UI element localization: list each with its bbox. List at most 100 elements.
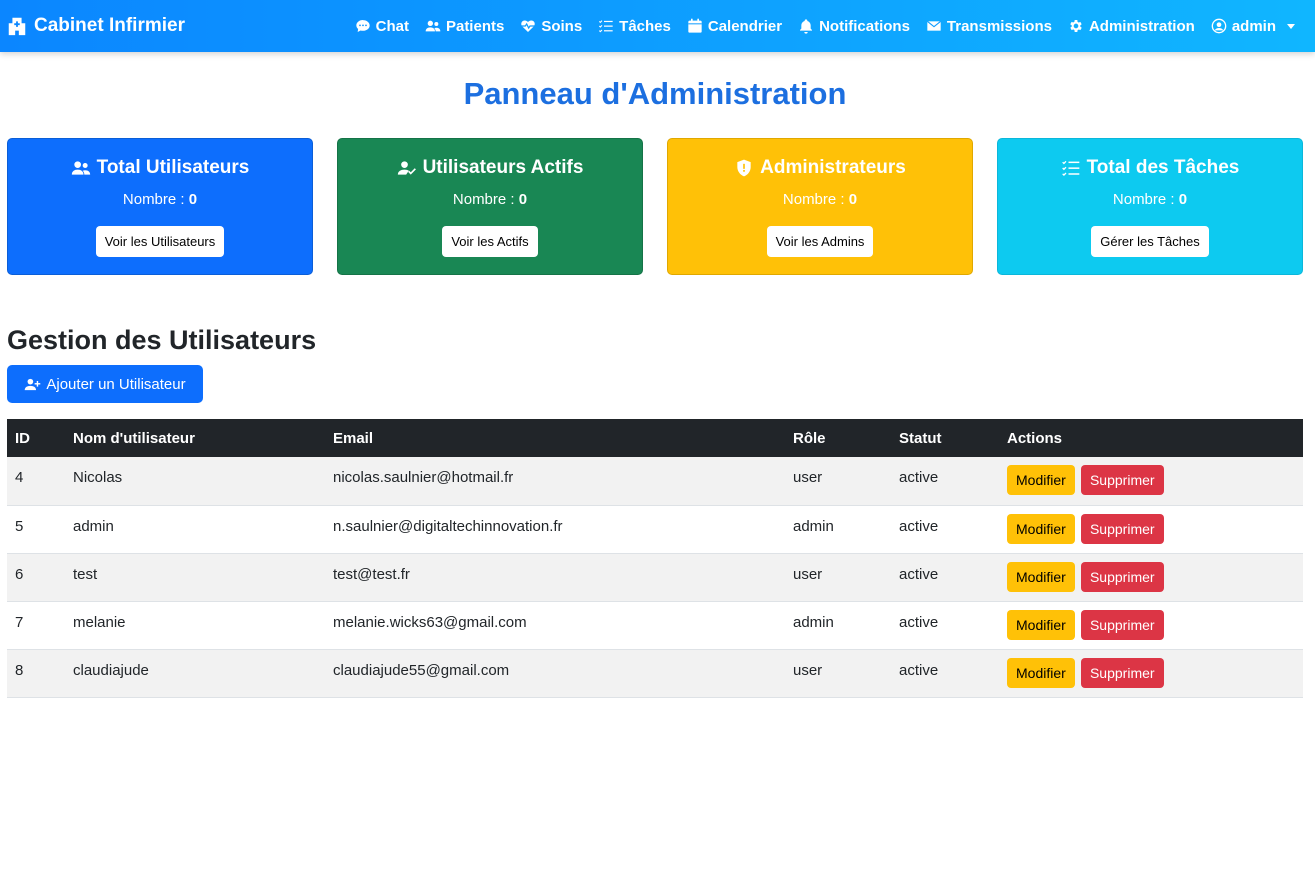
nav-item-administration[interactable]: Administration: [1068, 18, 1195, 35]
user-menu-dropdown[interactable]: admin: [1211, 18, 1295, 35]
user-menu-label: admin: [1231, 17, 1276, 35]
cell-status: active: [891, 601, 999, 650]
card-count-value: 0: [518, 191, 528, 208]
chevron-down-icon: [1287, 23, 1295, 29]
delete-button[interactable]: Supprimer: [1080, 465, 1164, 495]
card-count-label: Nombre :: [782, 191, 845, 208]
card-count-label: Nombre :: [122, 191, 185, 208]
card-count-label: Nombre :: [1112, 191, 1175, 208]
cell-username: test: [65, 553, 325, 602]
brand-link[interactable]: Cabinet Infirmier: [6, 0, 185, 52]
table-row: 6 test test@test.fr user active Modifier…: [7, 553, 1303, 602]
delete-button[interactable]: Supprimer: [1080, 657, 1164, 688]
shield-icon: [737, 159, 751, 177]
users-table: ID Nom d'utilisateur Email Rôle Statut A…: [7, 419, 1303, 698]
cell-username: Nicolas: [65, 457, 325, 506]
nav-item-label: Calendrier: [707, 17, 783, 35]
users-icon: [71, 161, 90, 175]
card-count-value: 0: [188, 191, 198, 208]
card-title: Administrateurs: [760, 157, 906, 178]
nav-item-chat[interactable]: Chat: [355, 18, 409, 35]
card-title: Total des Tâches: [1086, 157, 1240, 178]
nav-item-label: Administration: [1088, 17, 1195, 35]
cell-id: 6: [7, 553, 65, 602]
table-row: 8 claudiajude claudiajude55@gmail.com us…: [7, 649, 1303, 698]
edit-button[interactable]: Modifier: [1007, 465, 1075, 495]
bell-icon: [800, 19, 813, 34]
nav-item-soins[interactable]: Soins: [520, 18, 582, 35]
column-header: Rôle: [785, 419, 891, 457]
card-title: Utilisateurs Actifs: [422, 157, 584, 178]
section-title: Gestion des Utilisateurs: [7, 325, 317, 355]
cell-role: user: [785, 457, 891, 506]
card-count-value: 0: [1178, 191, 1188, 208]
cell-id: 5: [7, 505, 65, 554]
gear-icon: [1070, 20, 1082, 32]
edit-button[interactable]: Modifier: [1007, 561, 1075, 592]
cell-email: claudiajude55@gmail.com: [325, 649, 785, 698]
column-header: ID: [7, 419, 65, 457]
cell-actions: Modifier Supprimer: [999, 505, 1303, 554]
nav-item-taches[interactable]: Tâches: [598, 18, 671, 35]
delete-button[interactable]: Supprimer: [1080, 609, 1164, 640]
view-users-button[interactable]: Voir les Utilisateurs: [95, 226, 225, 257]
add-user-button[interactable]: Ajouter un Utilisateur: [7, 365, 203, 403]
card-administrators: Administrateurs Nombre : 0 Voir les Admi…: [667, 138, 973, 275]
nav-item-patients[interactable]: Patients: [425, 18, 504, 35]
user-circle-icon: [1211, 18, 1227, 34]
cell-email: melanie.wicks63@gmail.com: [325, 601, 785, 650]
nav-item-label: Notifications: [819, 17, 910, 35]
cell-role: user: [785, 649, 891, 698]
nav-item-notifications[interactable]: Notifications: [798, 18, 910, 35]
cell-actions: Modifier Supprimer: [999, 649, 1303, 698]
cell-username: melanie: [65, 601, 325, 650]
card-total-tasks: Total des Tâches Nombre : 0 Gérer les Tâ…: [997, 138, 1303, 275]
list-check-icon: [1061, 160, 1079, 177]
cell-actions: Modifier Supprimer: [999, 553, 1303, 602]
cell-role: admin: [785, 601, 891, 650]
table-row: 5 admin n.saulnier@digitaltechinnovation…: [7, 505, 1303, 554]
cell-status: active: [891, 505, 999, 554]
nav-item-transmissions[interactable]: Transmissions: [926, 18, 1052, 35]
table-row: 4 Nicolas nicolas.saulnier@hotmail.fr us…: [7, 457, 1303, 506]
cell-actions: Modifier Supprimer: [999, 601, 1303, 650]
cell-id: 4: [7, 457, 65, 506]
add-user-label: Ajouter un Utilisateur: [46, 375, 186, 393]
cell-role: user: [785, 553, 891, 602]
calendar-icon: [688, 18, 702, 33]
brand-label: Cabinet Infirmier: [34, 15, 185, 36]
user-check-icon: [397, 161, 416, 175]
chat-icon: [355, 20, 370, 32]
cell-email: nicolas.saulnier@hotmail.fr: [325, 457, 785, 506]
edit-button[interactable]: Modifier: [1007, 657, 1075, 688]
edit-button[interactable]: Modifier: [1007, 513, 1075, 544]
edit-button[interactable]: Modifier: [1007, 609, 1075, 640]
view-admins-button[interactable]: Voir les Admins: [766, 226, 874, 257]
delete-button[interactable]: Supprimer: [1080, 513, 1164, 544]
manage-tasks-button[interactable]: Gérer les Tâches: [1091, 226, 1209, 257]
table-header-row: ID Nom d'utilisateur Email Rôle Statut A…: [7, 419, 1303, 457]
cell-username: claudiajude: [65, 649, 325, 698]
table-row: 7 melanie melanie.wicks63@gmail.com admi…: [7, 601, 1303, 650]
cell-status: active: [891, 457, 999, 506]
nav-item-label: Transmissions: [946, 17, 1052, 35]
cell-status: active: [891, 553, 999, 602]
column-header: Nom d'utilisateur: [65, 419, 325, 457]
card-count-value: 0: [848, 191, 858, 208]
envelope-icon: [926, 20, 941, 31]
nav-item-label: Tâches: [619, 17, 671, 35]
view-active-button[interactable]: Voir les Actifs: [442, 226, 538, 257]
cell-status: active: [891, 649, 999, 698]
delete-button[interactable]: Supprimer: [1080, 561, 1164, 592]
nav-item-calendrier[interactable]: Calendrier: [687, 18, 782, 35]
cell-id: 7: [7, 601, 65, 650]
nav-item-label: Patients: [445, 17, 505, 35]
card-total-users: Total Utilisateurs Nombre : 0 Voir les U…: [7, 138, 313, 275]
card-count-label: Nombre :: [452, 191, 515, 208]
cell-username: admin: [65, 505, 325, 554]
cell-email: n.saulnier@digitaltechinnovation.fr: [325, 505, 785, 554]
cell-id: 8: [7, 649, 65, 698]
nav-item-label: Chat: [375, 17, 409, 35]
column-header: Email: [325, 419, 785, 457]
cell-role: admin: [785, 505, 891, 554]
